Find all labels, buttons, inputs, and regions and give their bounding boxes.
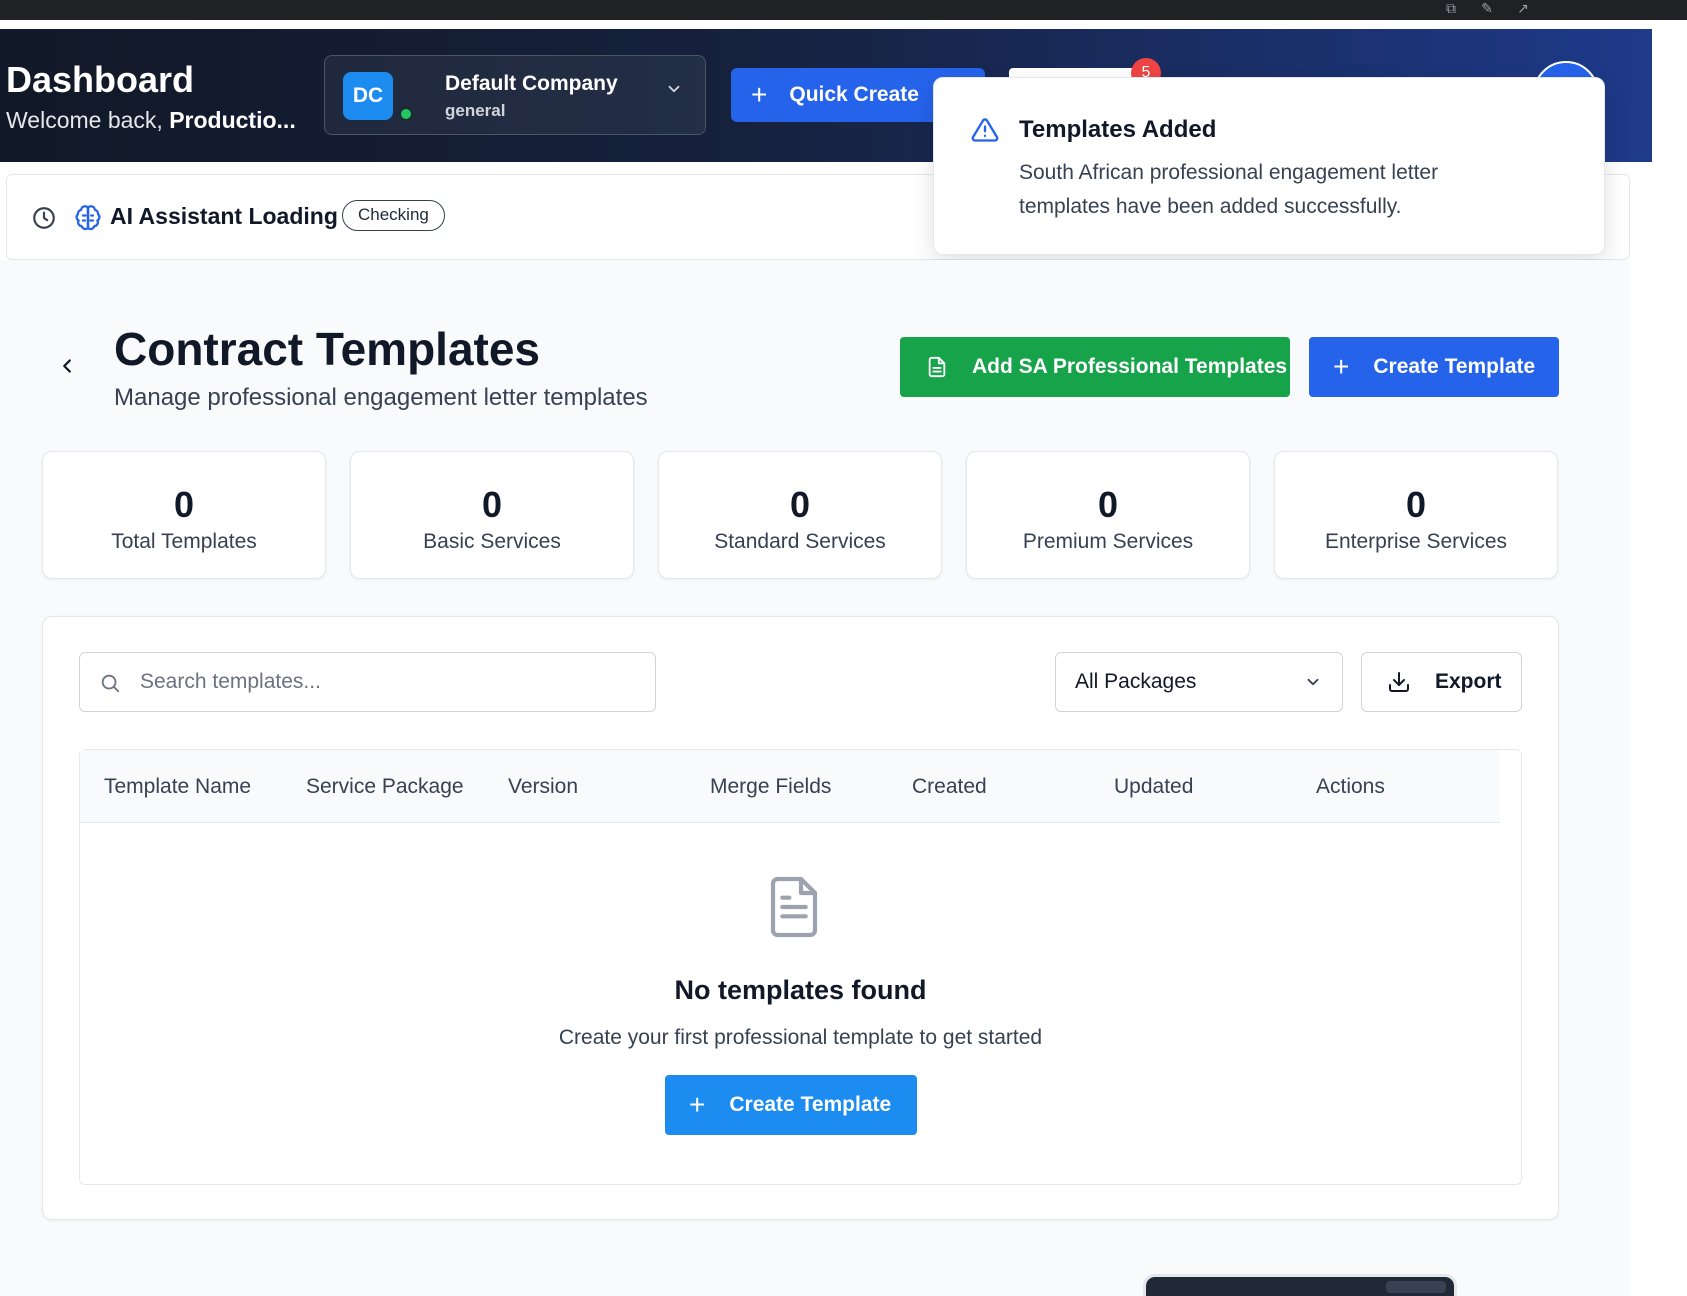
empty-state-subtitle: Create your first professional template … (558, 1026, 1043, 1049)
company-name: Default Company (445, 72, 618, 95)
stat-card-premium: 0 Premium Services (966, 451, 1250, 579)
right-gutter (1630, 20, 1687, 1296)
table-header: Template Name Service Package Version Me… (80, 750, 1500, 823)
empty-create-template-label: Create Template (729, 1093, 892, 1116)
column-header[interactable]: Service Package (306, 775, 464, 799)
stat-value: 0 (1097, 484, 1119, 525)
brain-icon (75, 205, 101, 231)
chevron-down-icon (668, 85, 680, 93)
company-switcher[interactable]: DC Default Company general (324, 55, 706, 135)
widget-handle (1386, 1281, 1446, 1293)
chevron-down-icon (1307, 678, 1319, 686)
company-logo: DC (343, 72, 393, 120)
create-template-label: Create Template (1373, 355, 1536, 378)
toast-message: South African professional engagement le… (1019, 161, 1439, 218)
browser-toolbar: ⧉ ✎ ↗ (0, 0, 1687, 20)
floating-widget[interactable] (1143, 1274, 1457, 1296)
document-icon (928, 356, 946, 378)
package-select[interactable]: All Packages (1055, 652, 1343, 712)
search-input[interactable] (140, 667, 630, 697)
page-title: Contract Templates (114, 323, 541, 375)
open-external-icon[interactable]: ↗ (1512, 0, 1534, 16)
warning-icon (971, 118, 999, 142)
search-icon (101, 674, 120, 693)
column-header[interactable]: Version (508, 775, 578, 799)
column-header[interactable]: Updated (1114, 775, 1193, 799)
stat-card-basic: 0 Basic Services (350, 451, 634, 579)
stat-card-total: 0 Total Templates (42, 451, 326, 579)
stat-card-enterprise: 0 Enterprise Services (1274, 451, 1558, 579)
stat-label: Premium Services (1022, 530, 1194, 553)
empty-create-template-button[interactable]: + Create Template (665, 1075, 917, 1135)
stat-label: Basic Services (423, 530, 561, 553)
search-box (79, 652, 656, 712)
column-header[interactable]: Created (912, 775, 987, 799)
column-header[interactable]: Merge Fields (710, 775, 831, 799)
add-sa-templates-label: Add SA Professional Templates (972, 355, 1288, 378)
stat-value: 0 (1405, 484, 1427, 525)
online-status-dot (398, 106, 414, 122)
stat-label: Enterprise Services (1324, 530, 1508, 553)
stat-label: Total Templates (111, 530, 257, 553)
device-toolbar-icon[interactable]: ⧉ (1440, 0, 1462, 16)
package-select-value: All Packages (1075, 670, 1197, 693)
plus-icon: + (1333, 351, 1350, 382)
create-template-button[interactable]: + Create Template (1309, 337, 1559, 397)
header-title: Dashboard (6, 59, 195, 100)
toast-notification[interactable]: Templates Added South African profession… (933, 77, 1605, 255)
export-button[interactable]: Export (1361, 652, 1522, 712)
ai-assistant-label: AI Assistant Loading (110, 203, 338, 229)
toast-title: Templates Added (1019, 116, 1217, 143)
export-label: Export (1435, 670, 1502, 693)
welcome-text: Welcome back, Productio... (6, 107, 296, 134)
stat-value: 0 (481, 484, 503, 525)
page-subtitle: Manage professional engagement letter te… (114, 384, 648, 411)
company-plan: general (445, 101, 506, 120)
clock-icon (33, 207, 55, 229)
templates-card: All Packages Export Template Name Servic… (42, 616, 1559, 1220)
stat-label: Standard Services (714, 530, 886, 553)
column-header[interactable]: Template Name (104, 775, 251, 799)
stat-value: 0 (789, 484, 811, 525)
plus-icon: + (689, 1089, 706, 1120)
add-sa-templates-button[interactable]: Add SA Professional Templates (900, 337, 1290, 397)
edit-icon[interactable]: ✎ (1476, 0, 1498, 16)
status-badge: Checking (342, 200, 445, 231)
user-name: Productio... (169, 107, 296, 133)
quick-create-label: Quick Create (789, 83, 919, 106)
welcome-prefix: Welcome back, (6, 107, 163, 133)
download-icon (1389, 672, 1409, 692)
empty-document-icon (770, 876, 818, 938)
back-button[interactable] (56, 352, 78, 384)
column-header: Actions (1316, 775, 1385, 798)
templates-table: Template Name Service Package Version Me… (79, 749, 1522, 1185)
plus-icon: + (751, 79, 768, 110)
stat-card-standard: 0 Standard Services (658, 451, 942, 579)
stat-value: 0 (173, 484, 195, 525)
empty-state-title: No templates found (674, 975, 927, 1005)
chevron-left-icon (63, 359, 71, 373)
